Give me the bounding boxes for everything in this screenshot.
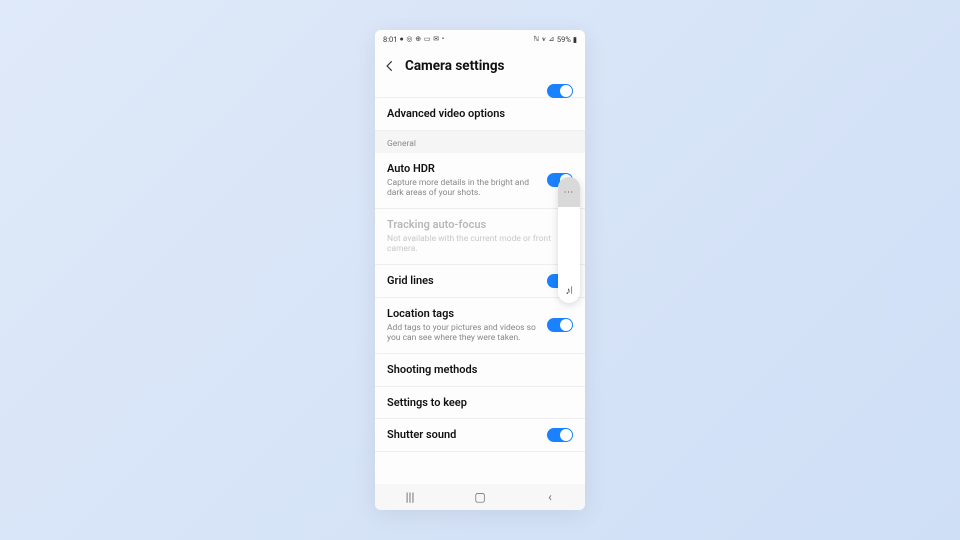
row-advanced-video-options[interactable]: Advanced video options <box>375 98 585 131</box>
row-shutter-sound[interactable]: Shutter sound <box>375 419 585 452</box>
nav-recents[interactable]: ||| <box>390 490 430 504</box>
more-dots-icon[interactable]: ⋯ <box>564 187 575 198</box>
toggle-shutter-sound[interactable] <box>547 428 573 442</box>
status-time: 8:01 <box>383 35 397 44</box>
row-subtitle: Not available with the current mode or f… <box>387 234 573 255</box>
row-subtitle: Capture more details in the bright and d… <box>387 178 539 199</box>
back-button[interactable] <box>383 59 397 73</box>
music-sound-icon[interactable]: ♪⦚ <box>558 279 580 303</box>
app-bar: Camera settings <box>375 48 585 84</box>
row-title: Location tags <box>387 307 539 321</box>
section-header-general: General <box>375 131 585 153</box>
nav-back[interactable]: ‹ <box>530 490 570 504</box>
status-battery: 59% <box>557 35 571 44</box>
row-title: Tracking auto-focus <box>387 218 573 232</box>
phone-frame: 8:01 ● ◎ ⊕ ▭ ✉ • ℕ ⩛ ⊿ 59% ▮ Camera sett… <box>375 30 585 510</box>
volume-level-indicator[interactable]: ⋯ <box>558 177 580 207</box>
nav-home[interactable]: ▢ <box>460 490 500 504</box>
page-title: Camera settings <box>405 58 505 74</box>
row-subtitle: Add tags to your pictures and videos so … <box>387 323 539 344</box>
row-title: Settings to keep <box>387 396 573 410</box>
row-settings-to-keep[interactable]: Settings to keep <box>375 387 585 420</box>
row-grid-lines[interactable]: Grid lines <box>375 265 585 298</box>
row-title: Advanced video options <box>387 107 573 121</box>
row-title: Grid lines <box>387 274 539 288</box>
cutoff-toggle[interactable] <box>547 84 573 98</box>
row-title: Shooting methods <box>387 363 573 377</box>
status-right-icons: ℕ ⩛ ⊿ <box>534 35 555 44</box>
row-title: Shutter sound <box>387 428 539 442</box>
battery-icon: ▮ <box>573 35 577 44</box>
chevron-left-icon <box>383 59 397 73</box>
row-location-tags[interactable]: Location tags Add tags to your pictures … <box>375 298 585 354</box>
row-title: Auto HDR <box>387 162 539 176</box>
volume-panel[interactable]: ⋯ ♪⦚ <box>558 177 580 303</box>
nav-bar: ||| ▢ ‹ <box>375 484 585 510</box>
settings-list[interactable]: Advanced video options General Auto HDR … <box>375 98 585 484</box>
row-tracking-autofocus: Tracking auto-focus Not available with t… <box>375 209 585 265</box>
status-left-icons: ● ◎ ⊕ ▭ ✉ • <box>399 35 444 43</box>
row-shooting-methods[interactable]: Shooting methods <box>375 354 585 387</box>
toggle-location-tags[interactable] <box>547 318 573 332</box>
cutoff-row: . <box>375 84 585 98</box>
row-auto-hdr[interactable]: Auto HDR Capture more details in the bri… <box>375 153 585 209</box>
status-bar: 8:01 ● ◎ ⊕ ▭ ✉ • ℕ ⩛ ⊿ 59% ▮ <box>375 30 585 48</box>
